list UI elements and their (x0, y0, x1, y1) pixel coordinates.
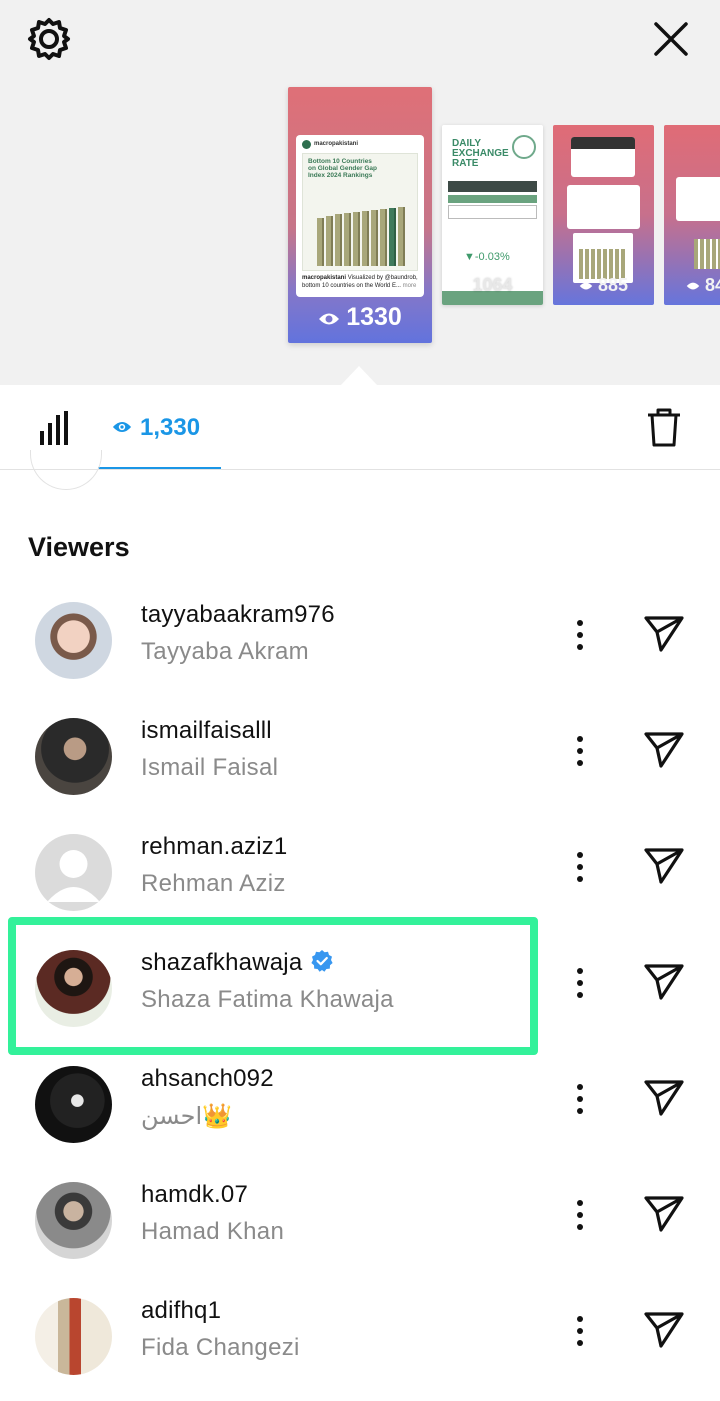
story-view-count: 84 (686, 275, 720, 296)
send-icon[interactable] (643, 614, 685, 654)
more-options-icon[interactable] (568, 734, 592, 768)
viewer-row[interactable]: adifhq1 Fida Changezi (0, 1276, 720, 1392)
full-name: Tayyaba Akram (141, 638, 309, 665)
chart-image-title: Bottom 10 Countries on Global Gender Gap… (308, 158, 377, 180)
story-view-count: 1330 (288, 303, 432, 332)
selection-pointer (340, 366, 378, 386)
chart-image-bars (313, 206, 413, 266)
story-view-count: 885 (553, 275, 654, 296)
eye-icon (112, 422, 132, 432)
story-view-count: 1064 (472, 275, 513, 295)
viewer-row[interactable]: rehman.aziz1 Rehman Aziz (0, 812, 720, 928)
story-tray: macropakistani Bottom 10 Countries on Gl… (0, 0, 720, 386)
story-thumbnail[interactable]: 84 (664, 125, 720, 305)
more-options-icon[interactable] (568, 966, 592, 1000)
eye-icon (579, 282, 593, 290)
more-options-icon[interactable] (568, 850, 592, 884)
username[interactable]: ahsanch092 (141, 1065, 274, 1093)
more-options-icon[interactable] (568, 1082, 592, 1116)
story-brand: macropakistani (314, 141, 359, 147)
more-options-icon[interactable] (568, 1198, 592, 1232)
send-icon[interactable] (643, 1310, 685, 1350)
rate-change: ▼-0.03% (464, 251, 510, 263)
send-icon[interactable] (643, 730, 685, 770)
story-title: DAILY EXCHANGE RATE (452, 138, 509, 169)
full-name: احسن👑 (141, 1103, 233, 1130)
full-name: Rehman Aziz (141, 870, 286, 897)
avatar[interactable] (35, 1298, 112, 1375)
insights-tabs: 1,330 (0, 385, 720, 470)
more-options-icon[interactable] (568, 618, 592, 652)
story-thumbnail[interactable]: DAILY EXCHANGE RATE ▼-0.03% 1064 (442, 125, 543, 305)
avatar (30, 450, 102, 490)
avatar[interactable] (35, 834, 112, 911)
avatar[interactable] (35, 1182, 112, 1259)
viewer-row[interactable]: ahsanch092 احسن👑 (0, 1044, 720, 1160)
seal-icon (512, 135, 536, 159)
section-title: Viewers (28, 532, 130, 562)
viewer-row[interactable]: tayyabaakram976 Tayyaba Akram (0, 580, 720, 696)
tab-viewers[interactable]: 1,330 (98, 385, 221, 469)
bar-chart-icon[interactable] (38, 411, 74, 445)
username[interactable]: ismailfaisalll (141, 717, 272, 745)
viewers-count: 1,330 (140, 414, 201, 441)
default-avatar-icon (47, 850, 100, 902)
username[interactable]: rehman.aziz1 (141, 833, 287, 861)
full-name: Ismail Faisal (141, 754, 279, 781)
story-thumbnail-selected[interactable]: macropakistani Bottom 10 Countries on Gl… (288, 87, 432, 343)
send-icon[interactable] (643, 1078, 685, 1118)
avatar[interactable] (35, 1066, 112, 1143)
username[interactable]: hamdk.07 (141, 1181, 248, 1209)
send-icon[interactable] (643, 962, 685, 1002)
eye-icon (686, 282, 700, 290)
story-post-card: macropakistani Bottom 10 Countries on Gl… (296, 135, 424, 297)
more-options-icon[interactable] (568, 1314, 592, 1348)
story-caption: macropakistani Visualized by @baundrob, … (302, 275, 418, 289)
send-icon[interactable] (643, 846, 685, 886)
eye-icon (319, 313, 340, 325)
send-icon[interactable] (643, 1194, 685, 1234)
username[interactable]: tayyabaakram976 (141, 601, 335, 629)
gear-icon[interactable] (24, 14, 74, 64)
close-icon[interactable] (650, 18, 692, 60)
brand-logo (302, 140, 311, 149)
avatar[interactable] (35, 602, 112, 679)
highlight-box (8, 917, 538, 1055)
full-name: Fida Changezi (141, 1334, 300, 1361)
username[interactable]: adifhq1 (141, 1297, 221, 1325)
story-thumbnail[interactable]: 885 (553, 125, 654, 305)
avatar[interactable] (35, 718, 112, 795)
chart-image: Bottom 10 Countries on Global Gender Gap… (302, 153, 418, 271)
trash-icon[interactable] (646, 407, 682, 447)
full-name: Hamad Khan (141, 1218, 285, 1245)
viewer-row[interactable]: hamdk.07 Hamad Khan (0, 1160, 720, 1276)
viewer-row[interactable]: ismailfaisalll Ismail Faisal (0, 696, 720, 812)
